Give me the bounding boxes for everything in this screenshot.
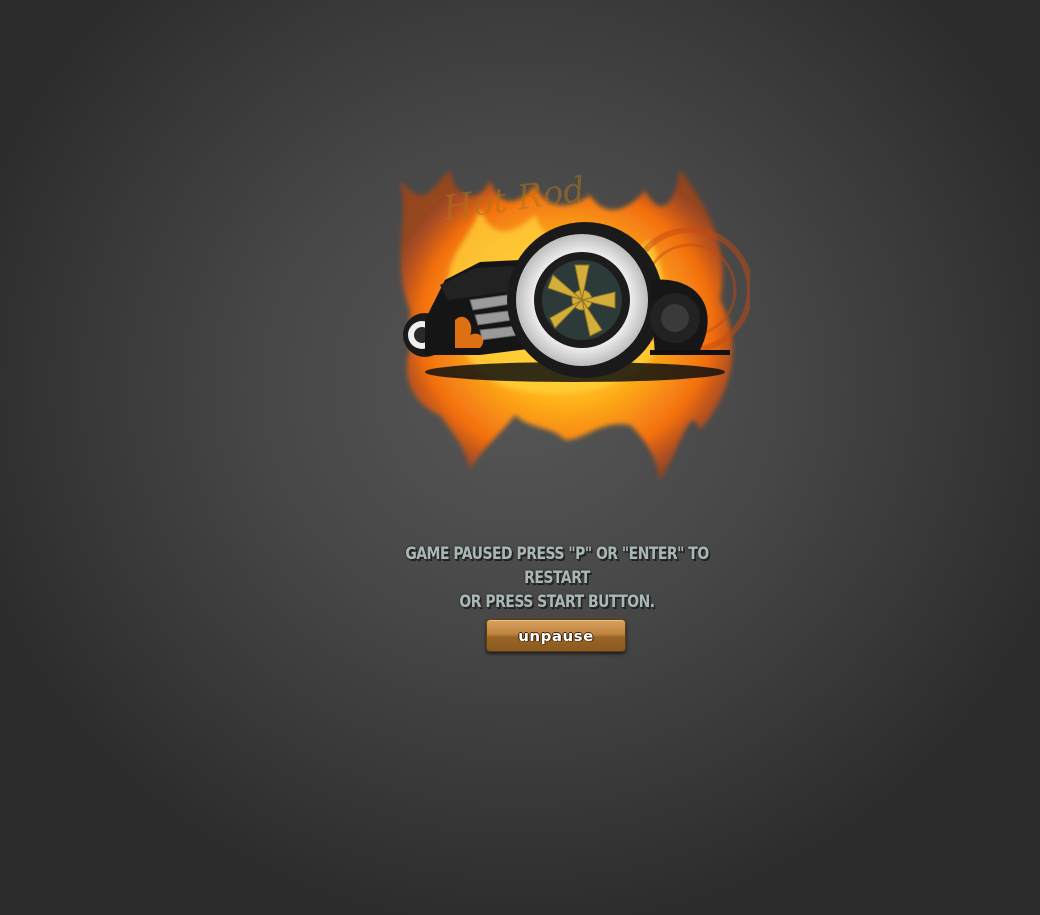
hot-rod-flame-logo-icon: Hot Rod (370, 150, 750, 490)
unpause-button-label: unpause (518, 626, 594, 645)
pause-message-line1: GAME PAUSED PRESS "P" OR "ENTER" TO REST… (405, 544, 709, 588)
pause-message: GAME PAUSED PRESS "P" OR "ENTER" TO REST… (371, 542, 743, 614)
pause-message-line2: OR PRESS START BUTTON. (459, 592, 655, 612)
pause-screen: Hot Rod GAME PAUSED PRESS "P" OR "ENTER"… (0, 0, 1040, 915)
unpause-button[interactable]: unpause (486, 619, 626, 652)
